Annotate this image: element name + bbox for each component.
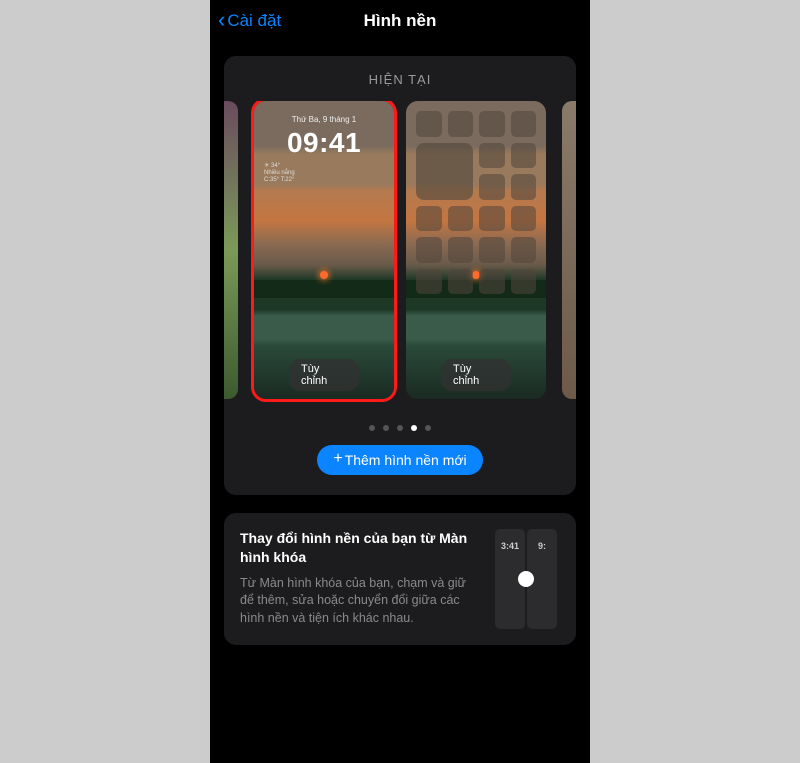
app-icon-placeholder xyxy=(479,143,505,169)
app-icon-placeholder xyxy=(511,174,537,200)
back-button[interactable]: ‹ Cài đặt xyxy=(218,10,281,32)
homescreen-icon-grid xyxy=(416,111,536,294)
app-icon-placeholder xyxy=(479,237,505,263)
app-icon-placeholder xyxy=(479,111,505,137)
app-icon-placeholder xyxy=(448,269,474,295)
app-icon-placeholder xyxy=(416,237,442,263)
app-icon-placeholder xyxy=(511,237,537,263)
customize-lockscreen-button[interactable]: Tùy chỉnh xyxy=(289,359,359,391)
touch-indicator-icon xyxy=(518,571,534,587)
lockscreen-time: 09:41 xyxy=(254,127,394,159)
app-icon-placeholder xyxy=(416,269,442,295)
app-icon-placeholder xyxy=(448,111,474,137)
app-icon-placeholder xyxy=(511,206,537,232)
page-dot[interactable] xyxy=(425,425,431,431)
lockscreen-weather-widget: ☀ 34° Nhiều nắng C:35° T:22° xyxy=(264,163,295,185)
back-label: Cài đặt xyxy=(227,11,281,31)
page-title: Hình nền xyxy=(364,11,437,31)
wallpaper-pair-carousel[interactable]: Thứ Ba, 9 tháng 1 09:41 ☀ 34° Nhiều nắng… xyxy=(224,101,576,413)
current-wallpaper-section: HIỆN TẠI Thứ Ba, 9 tháng 1 09:41 ☀ 34° N… xyxy=(224,56,576,495)
page-dot[interactable] xyxy=(369,425,375,431)
navigation-bar: ‹ Cài đặt Hình nền xyxy=(210,0,590,42)
section-header: HIỆN TẠI xyxy=(224,72,576,87)
lockscreen-wallpaper-card[interactable]: Thứ Ba, 9 tháng 1 09:41 ☀ 34° Nhiều nắng… xyxy=(254,101,394,399)
next-pair-peek[interactable] xyxy=(562,101,576,399)
app-icon-placeholder xyxy=(416,111,442,137)
customize-homescreen-button[interactable]: Tùy chỉnh xyxy=(441,359,511,391)
app-icon-placeholder xyxy=(479,269,505,295)
plus-icon: + xyxy=(333,451,342,467)
phone-frame: ‹ Cài đặt Hình nền HIỆN TẠI Thứ Ba, 9 th… xyxy=(210,0,590,763)
app-icon-placeholder xyxy=(416,206,442,232)
page-indicator xyxy=(224,425,576,431)
add-wallpaper-button[interactable]: + Thêm hình nền mới xyxy=(317,445,482,475)
add-wallpaper-label: Thêm hình nền mới xyxy=(345,452,467,468)
page-dot[interactable] xyxy=(397,425,403,431)
previous-pair-peek[interactable] xyxy=(224,101,238,399)
page-dot[interactable] xyxy=(383,425,389,431)
lockscreen-date: Thứ Ba, 9 tháng 1 xyxy=(254,115,394,124)
change-from-lockscreen-info: Thay đổi hình nền của bạn từ Màn hình kh… xyxy=(224,513,576,645)
chevron-left-icon: ‹ xyxy=(218,9,225,31)
app-icon-placeholder xyxy=(511,111,537,137)
info-title: Thay đổi hình nền của bạn từ Màn hình kh… xyxy=(240,529,478,567)
app-icon-placeholder xyxy=(479,206,505,232)
widget-placeholder xyxy=(416,143,473,200)
app-icon-placeholder xyxy=(479,174,505,200)
app-icon-placeholder xyxy=(448,237,474,263)
page-dot-active[interactable] xyxy=(411,425,417,431)
info-description: Từ Màn hình khóa của bạn, chạm và giữ để… xyxy=(240,575,478,628)
info-graphic: 3:41 9: xyxy=(492,529,560,629)
app-icon-placeholder xyxy=(511,143,537,169)
app-icon-placeholder xyxy=(511,269,537,295)
homescreen-wallpaper-card[interactable]: Tùy chỉnh xyxy=(406,101,546,399)
app-icon-placeholder xyxy=(448,206,474,232)
